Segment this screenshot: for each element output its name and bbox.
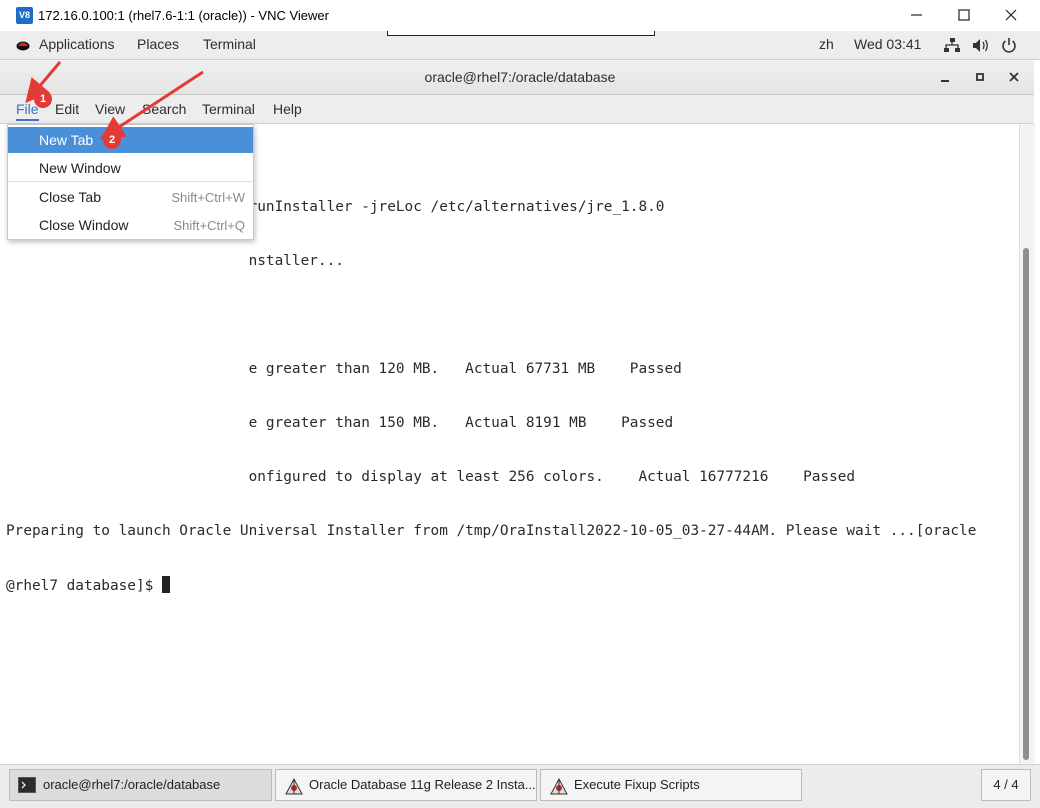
java-installer-icon [549, 776, 568, 795]
task-label: Oracle Database 11g Release 2 Insta... [309, 777, 536, 792]
annotation-arrow-2 [99, 70, 204, 140]
annotation-arrows [25, 61, 204, 140]
annotation-marker-1: 1 [34, 90, 52, 108]
annotation-arrow-1 [25, 61, 62, 104]
task-oracle-installer[interactable]: Oracle Database 11g Release 2 Insta... [275, 769, 537, 801]
terminal-icon [18, 776, 36, 794]
task-label: Execute Fixup Scripts [574, 777, 700, 792]
annotation-marker-2: 2 [103, 131, 121, 149]
workspace-pager[interactable]: 4 / 4 [981, 769, 1031, 801]
task-label: oracle@rhel7:/oracle/database [43, 777, 221, 792]
task-terminal[interactable]: oracle@rhel7:/oracle/database [9, 769, 272, 801]
taskbar: oracle@rhel7:/oracle/database Oracle Dat… [0, 764, 1040, 808]
java-installer-icon [284, 776, 303, 795]
task-fixup-scripts[interactable]: Execute Fixup Scripts [540, 769, 802, 801]
